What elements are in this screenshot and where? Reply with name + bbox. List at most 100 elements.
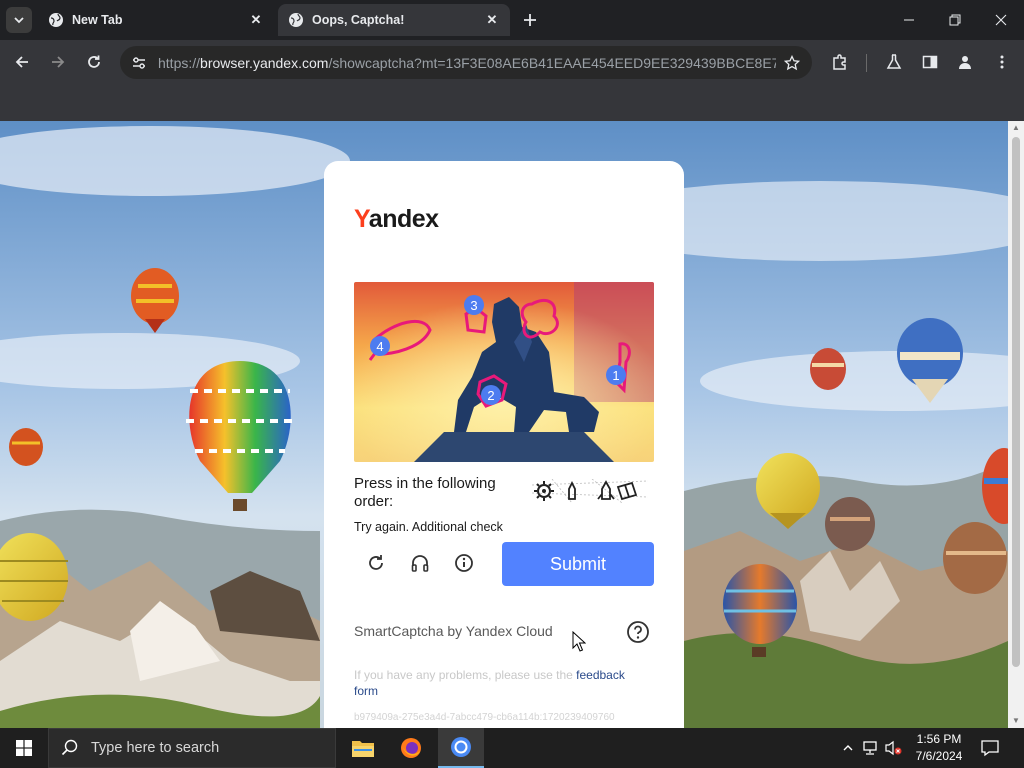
restore-icon	[949, 14, 961, 26]
star-icon	[784, 54, 800, 70]
scroll-up-icon[interactable]: ▲	[1012, 124, 1020, 132]
clock-time: 1:56 PM	[916, 732, 962, 746]
pen-icon	[568, 480, 576, 500]
search-placeholder: Type here to search	[91, 740, 220, 756]
forward-button[interactable]	[44, 48, 72, 76]
toolbar-divider	[866, 54, 867, 72]
windows-logo-icon	[16, 740, 32, 756]
captcha-image-canvas: 1 2 3 4	[354, 282, 654, 462]
arrow-left-icon	[15, 56, 28, 68]
search-icon	[61, 739, 78, 756]
folder-icon	[352, 741, 374, 757]
person-icon	[959, 56, 971, 69]
svg-text:1: 1	[612, 368, 619, 383]
windows-taskbar: Type here to search 1:56 PM 7/6/2024	[0, 728, 1024, 768]
minimize-icon	[904, 19, 914, 21]
volume-muted-icon[interactable]	[884, 738, 904, 758]
chevron-down-icon	[14, 17, 24, 24]
reload-button[interactable]	[80, 48, 108, 76]
more-vert-icon	[1000, 55, 1004, 69]
globe-icon	[289, 13, 303, 27]
labs-button[interactable]	[880, 48, 908, 76]
info-icon	[455, 554, 473, 572]
logo-text: andex	[368, 205, 439, 233]
page-scrollbar[interactable]: ▲ ▼	[1008, 121, 1024, 728]
url-text[interactable]: https://browser.yandex.com/showcaptcha?m…	[158, 55, 776, 71]
close-icon[interactable]: ✕	[248, 12, 264, 28]
captcha-instruction: Press in the following order:	[354, 475, 496, 510]
refresh-icon	[369, 555, 383, 570]
system-clock[interactable]: 1:56 PM 7/6/2024	[906, 731, 972, 765]
balloon	[9, 428, 43, 466]
tab-oops-captcha[interactable]: Oops, Captcha! ✕	[278, 4, 510, 36]
bookmark-bar	[0, 85, 1024, 121]
scroll-down-icon[interactable]: ▼	[1012, 717, 1020, 725]
site-info-button[interactable]	[124, 48, 154, 78]
chrome-icon	[451, 737, 471, 757]
tab-new-tab[interactable]: New Tab ✕	[38, 4, 274, 36]
bookmark-star-button[interactable]	[776, 48, 808, 78]
notifications-icon[interactable]	[980, 738, 1002, 758]
marker-4[interactable]: 4	[370, 336, 390, 356]
profile-button[interactable]	[951, 48, 979, 76]
tab-strip: New Tab ✕ Oops, Captcha! ✕	[0, 0, 1024, 40]
reload-icon	[88, 55, 100, 68]
rocket-icon	[597, 480, 615, 500]
yandex-logo: Yandex	[354, 205, 439, 234]
minimize-button[interactable]	[886, 0, 932, 40]
puzzle-icon	[833, 54, 846, 70]
logo-letter: Y	[354, 205, 369, 233]
refresh-button[interactable]	[362, 549, 390, 577]
url-host: browser.yandex.com	[200, 54, 329, 71]
tray-overflow-chevron-icon[interactable]	[838, 738, 858, 758]
marker-1[interactable]: 1	[606, 365, 626, 385]
headphones-icon	[411, 555, 429, 572]
info-button[interactable]	[450, 549, 478, 577]
browser-toolbar: https://browser.yandex.com/showcaptcha?m…	[0, 40, 1024, 85]
arrow-right-icon	[52, 56, 65, 68]
tune-icon	[133, 56, 145, 69]
taskbar-firefox[interactable]	[388, 728, 434, 768]
svg-text:2: 2	[487, 388, 494, 403]
clock-date: 7/6/2024	[915, 749, 963, 763]
close-icon[interactable]: ✕	[484, 12, 500, 28]
balloon	[943, 522, 1007, 594]
firefox-icon	[401, 738, 421, 758]
mouse-cursor-icon	[572, 631, 586, 652]
taskbar-chrome[interactable]	[438, 728, 484, 768]
extensions-button[interactable]	[826, 48, 854, 76]
marker-2[interactable]: 2	[481, 385, 501, 405]
scrollbar-thumb[interactable]	[1012, 137, 1020, 667]
gear-icon	[534, 481, 554, 501]
audio-button[interactable]	[406, 549, 434, 577]
globe-icon	[49, 13, 63, 27]
problems-note: If you have any problems, please use the…	[354, 667, 644, 699]
page-content: Yandex 1 2 3 4 Press in the following or…	[0, 121, 1008, 728]
order-icons-strip	[531, 478, 649, 504]
url-scheme: https://	[158, 54, 201, 71]
restore-button[interactable]	[932, 0, 978, 40]
side-panel-button[interactable]	[916, 48, 944, 76]
help-icon[interactable]	[626, 620, 650, 644]
menu-button[interactable]	[988, 48, 1016, 76]
back-button[interactable]	[8, 48, 36, 76]
taskbar-search-box[interactable]: Type here to search	[48, 728, 336, 768]
taskbar-file-explorer[interactable]	[340, 728, 386, 768]
submit-button[interactable]: Submit	[502, 542, 654, 586]
plus-icon	[524, 14, 536, 26]
tab-search-button[interactable]	[6, 7, 32, 33]
tab-title: Oops, Captcha!	[312, 13, 405, 27]
address-bar[interactable]: https://browser.yandex.com/showcaptcha?m…	[120, 46, 812, 79]
new-tab-button[interactable]	[518, 8, 542, 32]
request-id: b979409a-275e3a4d-7abcc479-cb6a114b:1720…	[354, 712, 615, 723]
close-window-button[interactable]	[978, 0, 1024, 40]
balloon	[825, 497, 875, 551]
balloon	[810, 348, 846, 390]
captcha-image[interactable]: 1 2 3 4	[354, 282, 654, 462]
ticket-icon	[616, 481, 638, 501]
network-icon[interactable]	[860, 738, 880, 758]
svg-text:4: 4	[376, 339, 383, 354]
start-button[interactable]	[0, 728, 48, 768]
marker-3[interactable]: 3	[464, 295, 484, 315]
side-panel-icon	[922, 55, 938, 69]
